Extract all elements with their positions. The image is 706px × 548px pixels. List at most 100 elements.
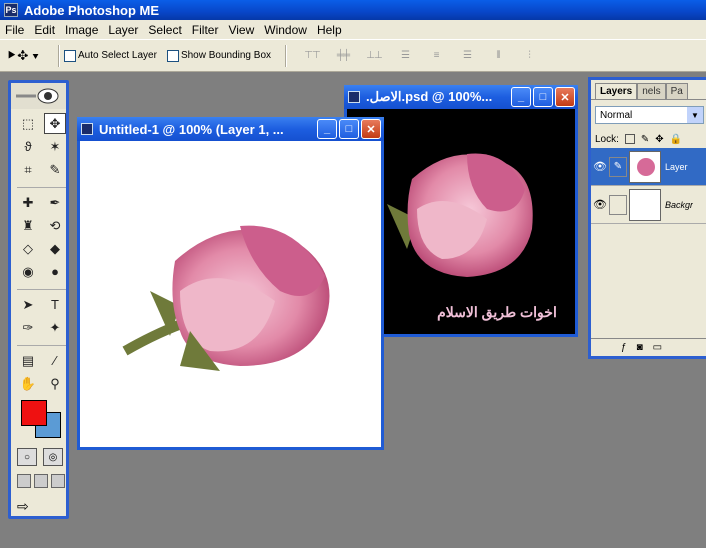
asl-window-titlebar[interactable]: .الاصل.psd @ 100%... _ □ ✕ (344, 85, 578, 109)
untitled-window-title: Untitled-1 @ 100% (Layer 1, ... (99, 121, 284, 137)
healing-brush-icon[interactable]: ✚ (17, 192, 39, 213)
lock-position-icon[interactable]: ✥ (655, 134, 663, 145)
tab-paths[interactable]: Pa (665, 83, 688, 99)
pen-tool-icon[interactable]: ✑ (17, 317, 39, 338)
paint-bucket-icon[interactable]: ◆ (44, 238, 66, 259)
menu-file[interactable]: File (0, 23, 29, 37)
separator (58, 44, 60, 67)
standard-screen-icon[interactable] (17, 474, 31, 488)
dodge-tool-icon[interactable]: ● (44, 261, 66, 282)
eye-logo-icon (15, 88, 58, 104)
foreground-color-swatch[interactable] (21, 400, 47, 426)
toolbox-header[interactable] (11, 83, 66, 109)
lock-row: Lock: ✎ ✥ 🔒 (591, 130, 706, 148)
menu-bar: File Edit Image Layer Select Filter View… (0, 20, 706, 39)
layer-style-icon[interactable]: ƒ (621, 342, 627, 353)
maximize-button[interactable]: □ (533, 87, 553, 107)
menu-layer[interactable]: Layer (103, 23, 143, 37)
palette-tabs: Layers nels Pa (591, 80, 706, 100)
close-button[interactable]: ✕ (361, 119, 381, 139)
shape-tool-icon[interactable]: ✦ (44, 317, 66, 338)
align-top-icon[interactable]: ⊤⊤ (301, 50, 323, 61)
align-vcenter-icon[interactable]: ╪╪ (332, 50, 354, 61)
menu-view[interactable]: View (223, 23, 259, 37)
menu-window[interactable]: Window (259, 23, 312, 37)
menu-edit[interactable]: Edit (29, 23, 60, 37)
type-tool-icon[interactable]: T (44, 294, 66, 315)
layer-name: Backgr (665, 199, 694, 210)
slice-tool-icon[interactable]: ✎ (44, 159, 66, 180)
crop-tool-icon[interactable]: ⌗ (17, 159, 39, 180)
lock-pixels-icon[interactable]: ✎ (641, 134, 649, 145)
full-screen-menu-icon[interactable] (34, 474, 48, 488)
document-icon (348, 91, 360, 103)
distribute-top-icon[interactable]: ☰ (394, 50, 416, 61)
tab-layers[interactable]: Layers (595, 83, 638, 99)
lock-all-icon[interactable]: 🔒 (670, 134, 682, 145)
distribute-left-icon[interactable]: ⫴ (487, 50, 509, 61)
history-brush-icon[interactable]: ⟲ (44, 215, 66, 236)
eraser-tool-icon[interactable]: ◇ (17, 238, 39, 259)
divider (17, 340, 66, 346)
brush-link-icon[interactable]: ✎ (609, 156, 627, 177)
add-mask-icon[interactable]: ◙ (637, 342, 643, 353)
visibility-eye-icon[interactable]: 👁 (591, 198, 609, 211)
mask-modes: ○ ◎ (11, 444, 66, 466)
eyedropper-tool-icon[interactable]: ⁄ (44, 350, 66, 371)
quick-mask-mode-icon[interactable]: ◎ (43, 448, 63, 466)
layer-row[interactable]: 👁 Backgr (591, 186, 706, 224)
tool-grid: ⬚ ✥ ϑ ✶ ⌗ ✎ ✚ ✒ ♜ ⟲ ◇ ◆ ◉ ● ➤ T ✑ ✦ ▤ ⁄ … (11, 109, 66, 394)
blend-mode-value: Normal (600, 109, 633, 121)
menu-filter[interactable]: Filter (187, 23, 224, 37)
clone-stamp-icon[interactable]: ♜ (17, 215, 39, 236)
maximize-button[interactable]: □ (339, 119, 359, 139)
marquee-tool-icon[interactable]: ⬚ (17, 113, 39, 134)
move-tool-preset-icon[interactable]: ⯈✥ ▾ (6, 44, 54, 68)
chevron-down-icon[interactable]: ▼ (687, 107, 703, 123)
hand-tool-icon[interactable]: ✋ (17, 373, 39, 394)
distribute-hcenter-icon[interactable]: ⫶ (518, 50, 540, 61)
blend-mode-select[interactable]: Normal ▼ (595, 106, 704, 124)
minimize-button[interactable]: _ (511, 87, 531, 107)
app-title: Adobe Photoshop ME (24, 2, 160, 18)
menu-help[interactable]: Help (312, 23, 347, 37)
layer-thumbnail (629, 188, 661, 221)
zoom-tool-icon[interactable]: ⚲ (44, 373, 66, 394)
distribute-vcenter-icon[interactable]: ≡ (425, 50, 447, 61)
menu-image[interactable]: Image (60, 23, 103, 37)
standard-mode-icon[interactable]: ○ (17, 448, 37, 466)
minimize-button[interactable]: _ (317, 119, 337, 139)
arabic-caption: اخوات طريق الاسلام (437, 304, 557, 321)
checkbox-box[interactable] (166, 49, 179, 62)
menu-select[interactable]: Select (143, 23, 186, 37)
close-button[interactable]: ✕ (555, 87, 575, 107)
options-bar: ⯈✥ ▾ Auto Select Layer Show Bounding Box… (0, 39, 706, 72)
document-icon (81, 123, 93, 135)
auto-select-layer-checkbox[interactable]: Auto Select Layer (64, 49, 157, 62)
lock-transparency-icon[interactable] (624, 134, 635, 144)
checkbox-box[interactable] (64, 49, 76, 62)
move-tool-icon[interactable]: ✥ (44, 113, 66, 134)
show-bounding-box-checkbox[interactable]: Show Bounding Box (166, 49, 271, 62)
rose-image (122, 225, 330, 371)
magic-wand-tool-icon[interactable]: ✶ (44, 136, 66, 157)
blur-tool-icon[interactable]: ◉ (17, 261, 39, 282)
brush-tool-icon[interactable]: ✒ (44, 192, 66, 213)
tab-channels[interactable]: nels (637, 83, 666, 99)
path-selection-icon[interactable]: ➤ (17, 294, 39, 315)
untitled-canvas[interactable] (80, 141, 381, 447)
divider (17, 284, 66, 290)
jump-to-imageready-icon[interactable]: ⇨ (11, 488, 66, 515)
notes-tool-icon[interactable]: ▤ (17, 350, 39, 371)
screen-modes (11, 466, 66, 488)
visibility-eye-icon[interactable]: 👁 (591, 160, 609, 173)
full-screen-icon[interactable] (51, 474, 65, 488)
align-bottom-icon[interactable]: ⊥⊥ (363, 50, 385, 61)
distribute-bottom-icon[interactable]: ☰ (456, 50, 478, 61)
new-set-icon[interactable]: ▭ (653, 342, 662, 353)
layer-row[interactable]: 👁 ✎ Layer (591, 148, 706, 186)
untitled-window-titlebar[interactable]: Untitled-1 @ 100% (Layer 1, ... _ □ ✕ (77, 117, 384, 141)
lasso-tool-icon[interactable]: ϑ (17, 136, 39, 157)
brush-link-icon[interactable] (609, 194, 627, 215)
asl-window-title: .الاصل.psd @ 100%... (366, 89, 493, 104)
